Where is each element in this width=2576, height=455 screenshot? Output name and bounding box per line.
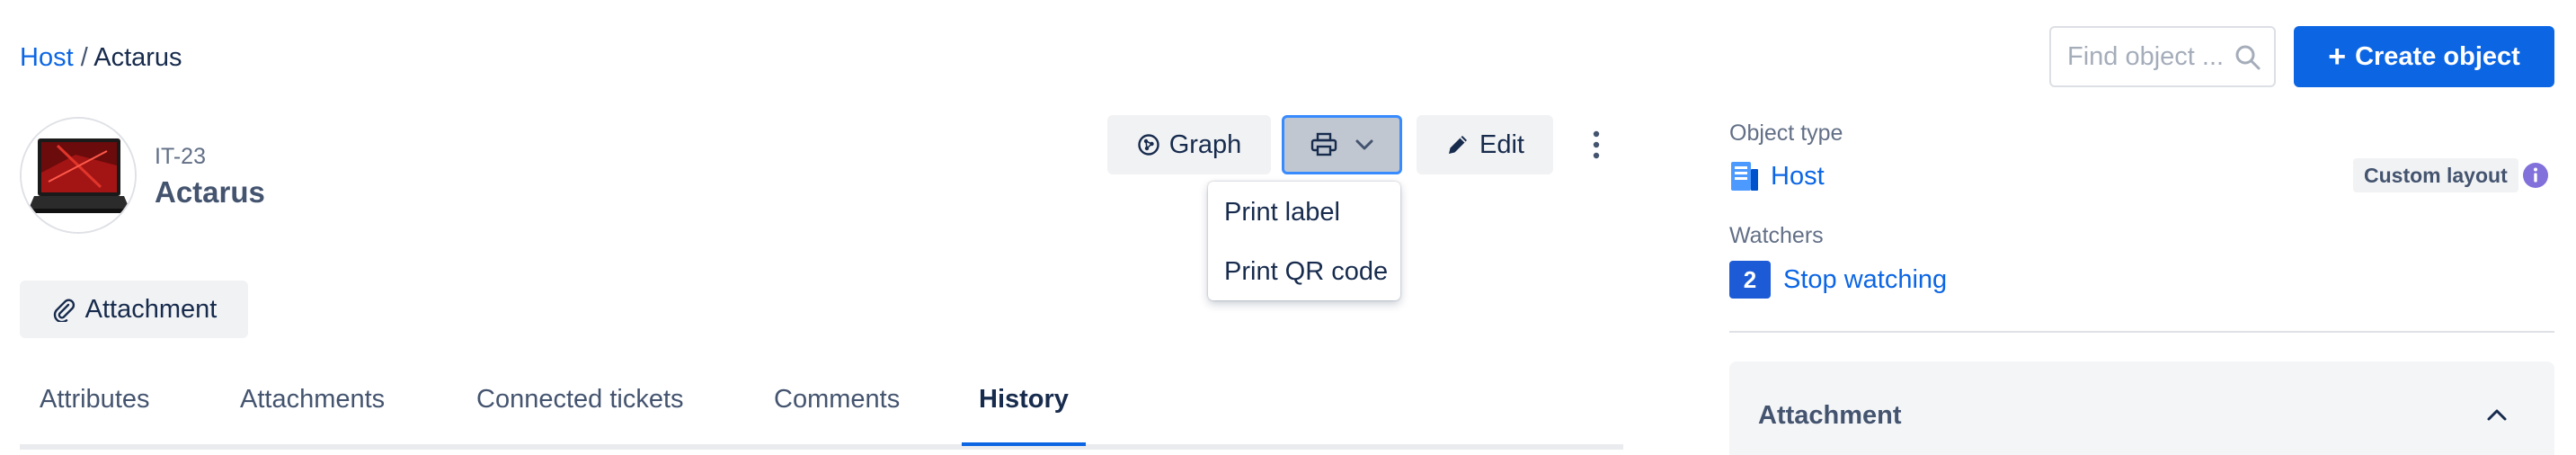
menu-item-print-label[interactable]: Print label [1224,198,1340,228]
sidebar-divider [1729,331,2554,333]
printer-icon [1310,132,1337,156]
edit-button[interactable]: Edit [1417,115,1553,174]
graph-icon [1137,134,1159,156]
tab-connected-tickets[interactable]: Connected tickets [476,385,684,415]
chevron-up-icon[interactable] [2483,401,2511,430]
attachment-label: Attachment [84,294,218,324]
edit-label: Edit [1479,129,1524,159]
breadcrumb-link-host[interactable]: Host [20,43,74,72]
info-icon[interactable] [2522,162,2549,189]
chevron-down-icon [1355,139,1373,150]
more-actions-button[interactable] [1571,115,1621,174]
host-server-icon [1731,162,1758,191]
stop-watching-label: Stop watching [1783,264,1948,294]
object-type-label: Object type [1729,120,1843,146]
attachment-panel-title: Attachment [1758,401,1902,430]
breadcrumb: Host / Actarus [20,40,182,76]
find-object-search[interactable] [2049,26,2276,87]
breadcrumb-separator: / [80,43,88,72]
attachment-button[interactable]: Attachment [20,281,248,338]
create-object-button[interactable]: + Create object [2294,26,2554,87]
paperclip-icon [53,299,75,322]
object-name: Actarus [155,175,265,209]
create-object-label: Create object [2355,41,2520,71]
watchers-label: Watchers [1729,223,1824,248]
search-icon[interactable] [2234,44,2261,71]
menu-item-print-qr-code[interactable]: Print QR code [1224,257,1388,287]
stop-watching-link[interactable]: 2 Stop watching [1729,261,1947,299]
tab-attributes[interactable]: Attributes [40,385,150,415]
print-dropdown-menu: Print label Print QR code [1208,182,1400,300]
plus-icon: + [2328,39,2347,74]
tab-comments[interactable]: Comments [774,385,900,415]
pencil-icon [1449,136,1467,154]
object-key: IT-23 [155,144,206,169]
tab-attachments[interactable]: Attachments [240,385,385,415]
avatar [20,117,137,234]
breadcrumb-current: Actarus [93,43,182,72]
custom-layout-badge: Custom layout [2353,158,2518,192]
graph-label: Graph [1168,129,1242,159]
graph-button[interactable]: Graph [1107,115,1271,174]
laptop-image [22,119,135,232]
print-button[interactable] [1282,115,1402,174]
tab-history[interactable]: History [979,385,1069,415]
object-type-value: Host [1771,161,1825,191]
object-type-link[interactable]: Host [1729,160,1825,192]
watchers-count-badge: 2 [1729,261,1771,299]
active-tab-indicator [962,442,1086,446]
tabs-divider [20,444,1623,450]
search-input[interactable] [2051,28,2247,85]
more-vertical-icon [1593,130,1600,159]
